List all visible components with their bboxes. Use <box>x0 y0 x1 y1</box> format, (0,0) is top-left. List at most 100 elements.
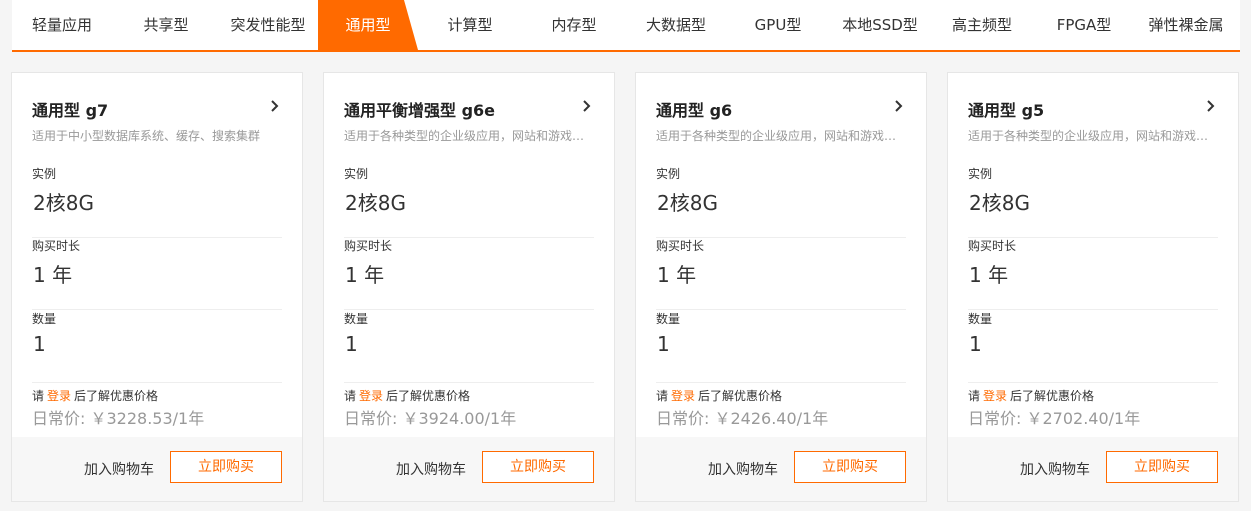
product-card-g6e: 通用平衡增强型 g6e 适用于各种类型的企业级应用，网站和游戏服务器 实例 2核… <box>323 72 615 502</box>
instance-field: 实例 2核8G <box>344 165 594 238</box>
instance-value[interactable]: 2核8G <box>657 187 718 216</box>
login-suffix: 后了解优惠价格 <box>74 389 159 403</box>
quantity-label: 数量 <box>32 312 57 326</box>
chevron-right-icon[interactable] <box>892 99 906 113</box>
card-header[interactable]: 通用平衡增强型 g6e 适用于各种类型的企业级应用，网站和游戏服务器 <box>344 97 594 147</box>
card-title[interactable]: 通用型 g6 <box>656 97 732 121</box>
duration-value[interactable]: 1 年 <box>33 259 72 288</box>
card-footer: 加入购物车 立即购买 <box>324 437 614 501</box>
instance-label: 实例 <box>32 167 57 181</box>
login-prefix: 请 <box>32 389 45 403</box>
card-footer: 加入购物车 立即购买 <box>636 437 926 501</box>
product-card-g5: 通用型 g5 适用于各种类型的企业级应用，网站和游戏服务器 实例 2核8G 购买… <box>947 72 1239 502</box>
login-link[interactable]: 登录 <box>983 389 1007 403</box>
quantity-value[interactable]: 1 <box>969 332 982 356</box>
login-prompt: 请登录 后了解优惠价格 <box>968 387 1094 404</box>
regular-price: 日常价: ￥2426.40/1年 <box>656 409 829 428</box>
buy-now-button[interactable]: 立即购买 <box>1106 451 1218 483</box>
quantity-label: 数量 <box>968 312 993 326</box>
add-to-cart-button[interactable]: 加入购物车 <box>396 459 466 479</box>
regular-price: 日常价: ￥3924.00/1年 <box>344 409 517 428</box>
tab-big-data[interactable]: 大数据型 <box>626 0 726 50</box>
instance-value[interactable]: 2核8G <box>33 187 94 216</box>
tab-memory[interactable]: 内存型 <box>524 0 624 50</box>
tab-gpu[interactable]: GPU型 <box>728 0 828 50</box>
quantity-field: 数量 1 <box>344 310 594 383</box>
buy-now-button[interactable]: 立即购买 <box>794 451 906 483</box>
login-prompt: 请登录 后了解优惠价格 <box>344 387 470 404</box>
duration-label: 购买时长 <box>656 239 705 253</box>
quantity-value[interactable]: 1 <box>345 332 358 356</box>
chevron-right-icon[interactable] <box>268 99 282 113</box>
duration-field: 购买时长 1 年 <box>344 237 594 310</box>
add-to-cart-button[interactable]: 加入购物车 <box>1020 459 1090 479</box>
card-description: 适用于各种类型的企业级应用，网站和游戏服务器 <box>656 129 906 143</box>
login-link[interactable]: 登录 <box>359 389 383 403</box>
add-to-cart-button[interactable]: 加入购物车 <box>84 459 154 479</box>
duration-label: 购买时长 <box>344 239 393 253</box>
tab-compute[interactable]: 计算型 <box>420 0 520 50</box>
card-description: 适用于中小型数据库系统、缓存、搜索集群 <box>32 129 261 143</box>
duration-field: 购买时长 1 年 <box>32 237 282 310</box>
product-card-g6: 通用型 g6 适用于各种类型的企业级应用，网站和游戏服务器 实例 2核8G 购买… <box>635 72 927 502</box>
login-suffix: 后了解优惠价格 <box>1010 389 1095 403</box>
tab-fpga[interactable]: FPGA型 <box>1034 0 1134 50</box>
card-header[interactable]: 通用型 g6 适用于各种类型的企业级应用，网站和游戏服务器 <box>656 97 906 147</box>
instance-field: 实例 2核8G <box>32 165 282 238</box>
card-header[interactable]: 通用型 g7 适用于中小型数据库系统、缓存、搜索集群 <box>32 97 282 147</box>
chevron-right-icon[interactable] <box>1204 99 1218 113</box>
regular-price: 日常价: ￥2702.40/1年 <box>968 409 1141 428</box>
login-suffix: 后了解优惠价格 <box>698 389 783 403</box>
quantity-label: 数量 <box>344 312 369 326</box>
login-prompt: 请登录 后了解优惠价格 <box>656 387 782 404</box>
quantity-value[interactable]: 1 <box>657 332 670 356</box>
instance-value[interactable]: 2核8G <box>345 187 406 216</box>
quantity-label: 数量 <box>656 312 681 326</box>
instance-field: 实例 2核8G <box>656 165 906 238</box>
login-suffix: 后了解优惠价格 <box>386 389 471 403</box>
login-prompt: 请登录 后了解优惠价格 <box>32 387 158 404</box>
chevron-right-icon[interactable] <box>580 99 594 113</box>
card-title[interactable]: 通用型 g5 <box>968 97 1044 121</box>
quantity-value[interactable]: 1 <box>33 332 46 356</box>
card-footer: 加入购物车 立即购买 <box>948 437 1238 501</box>
tab-shared[interactable]: 共享型 <box>116 0 216 50</box>
login-link[interactable]: 登录 <box>47 389 71 403</box>
quantity-field: 数量 1 <box>968 310 1218 383</box>
duration-value[interactable]: 1 年 <box>345 259 384 288</box>
instance-label: 实例 <box>656 167 681 181</box>
regular-price: 日常价: ￥3228.53/1年 <box>32 409 205 428</box>
duration-label: 购买时长 <box>32 239 81 253</box>
instance-label: 实例 <box>344 167 369 181</box>
card-description: 适用于各种类型的企业级应用，网站和游戏服务器 <box>968 129 1218 143</box>
login-prefix: 请 <box>656 389 669 403</box>
card-description: 适用于各种类型的企业级应用，网站和游戏服务器 <box>344 129 594 143</box>
quantity-field: 数量 1 <box>32 310 282 383</box>
duration-field: 购买时长 1 年 <box>656 237 906 310</box>
card-header[interactable]: 通用型 g5 适用于各种类型的企业级应用，网站和游戏服务器 <box>968 97 1218 147</box>
product-card-g7: 通用型 g7 适用于中小型数据库系统、缓存、搜索集群 实例 2核8G 购买时长 … <box>11 72 303 502</box>
duration-value[interactable]: 1 年 <box>657 259 696 288</box>
instance-value[interactable]: 2核8G <box>969 187 1030 216</box>
tab-burstable[interactable]: 突发性能型 <box>218 0 318 50</box>
login-link[interactable]: 登录 <box>671 389 695 403</box>
tab-high-frequency[interactable]: 高主频型 <box>932 0 1032 50</box>
add-to-cart-button[interactable]: 加入购物车 <box>708 459 778 479</box>
instance-field: 实例 2核8G <box>968 165 1218 238</box>
quantity-field: 数量 1 <box>656 310 906 383</box>
tab-general-purpose[interactable]: 通用型 <box>318 0 418 50</box>
duration-value[interactable]: 1 年 <box>969 259 1008 288</box>
instance-label: 实例 <box>968 167 993 181</box>
duration-label: 购买时长 <box>968 239 1017 253</box>
tab-local-ssd[interactable]: 本地SSD型 <box>830 0 930 50</box>
tab-light-app[interactable]: 轻量应用 <box>12 0 112 50</box>
card-title[interactable]: 通用型 g7 <box>32 97 108 121</box>
card-footer: 加入购物车 立即购买 <box>12 437 302 501</box>
buy-now-button[interactable]: 立即购买 <box>170 451 282 483</box>
buy-now-button[interactable]: 立即购买 <box>482 451 594 483</box>
login-prefix: 请 <box>344 389 357 403</box>
card-title[interactable]: 通用平衡增强型 g6e <box>344 97 495 121</box>
tab-bare-metal[interactable]: 弹性裸金属 <box>1136 0 1236 50</box>
instance-type-tabs: 轻量应用 共享型 突发性能型 通用型 计算型 内存型 大数据型 GPU型 本地S… <box>12 0 1240 52</box>
login-prefix: 请 <box>968 389 981 403</box>
